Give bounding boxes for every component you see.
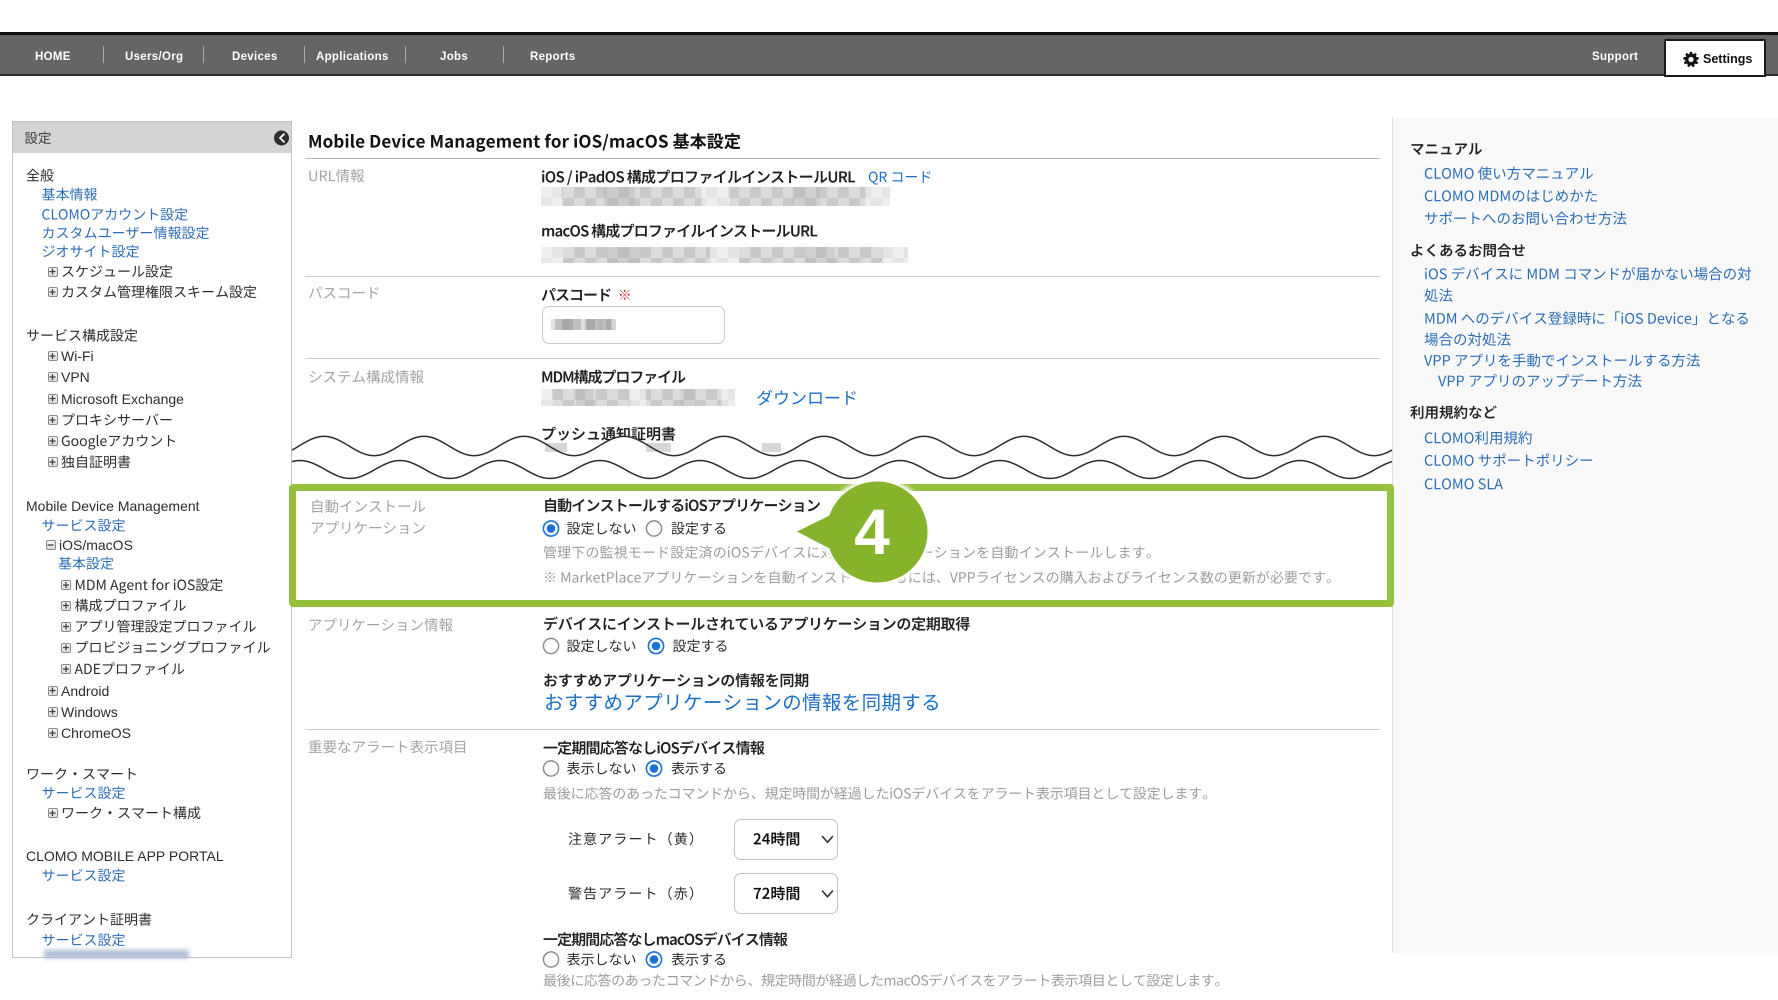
svg-text:4: 4 (854, 496, 890, 568)
